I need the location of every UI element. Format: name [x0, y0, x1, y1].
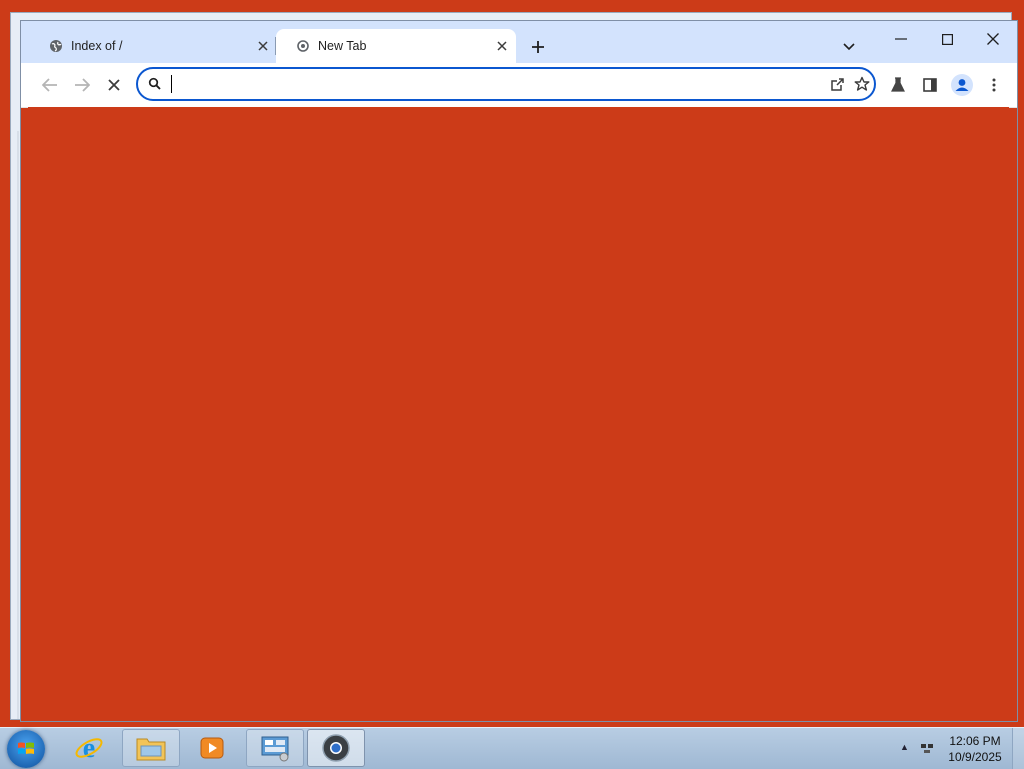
close-tab-icon[interactable]: [492, 36, 512, 56]
address-bar[interactable]: [136, 67, 876, 101]
flask-icon: [891, 77, 905, 92]
search-icon: [148, 77, 161, 90]
start-button[interactable]: [7, 730, 45, 768]
internet-explorer-icon: e: [75, 733, 103, 763]
taskbar-media-player[interactable]: [183, 729, 241, 767]
background-window-edge: [17, 131, 19, 719]
chrome-icon: [322, 734, 350, 762]
kebab-menu-icon: [992, 78, 996, 92]
clock-date: 10/9/2025: [948, 750, 1002, 764]
forward-button[interactable]: [68, 71, 96, 99]
new-tab-button[interactable]: [526, 35, 550, 59]
maximize-icon: [941, 33, 953, 45]
tab-strip: Index of / New Tab: [21, 21, 1017, 63]
tab-title: New Tab: [318, 39, 367, 53]
close-window-button[interactable]: [970, 25, 1016, 53]
share-icon[interactable]: [828, 74, 848, 94]
clock-time: 12:06 PM: [949, 734, 1001, 748]
show-desktop-button[interactable]: [1012, 728, 1024, 769]
browser-toolbar: [21, 63, 1017, 108]
media-player-icon: [200, 737, 224, 759]
stop-icon: [108, 79, 120, 91]
address-input[interactable]: [168, 73, 792, 97]
network-icon[interactable]: [920, 742, 934, 754]
avatar-icon: [951, 74, 973, 96]
bookmark-star-icon[interactable]: [852, 74, 872, 94]
labs-button[interactable]: [884, 71, 912, 99]
svg-text:e: e: [83, 733, 95, 763]
close-icon: [987, 33, 999, 45]
back-button[interactable]: [36, 71, 64, 99]
chevron-down-icon: [843, 43, 855, 51]
taskbar-control-panel[interactable]: [246, 729, 304, 767]
tab-search-button[interactable]: [837, 35, 861, 59]
tab-new-tab[interactable]: New Tab: [276, 29, 516, 63]
loading-spinner-icon: [296, 39, 310, 53]
control-panel-icon: [261, 736, 289, 762]
browser-window: Index of / New Tab: [20, 20, 1018, 722]
windows-flag-icon: [18, 742, 34, 754]
text-caret: [171, 75, 172, 93]
maximize-button[interactable]: [924, 25, 970, 53]
tab-title: Index of /: [71, 39, 123, 53]
globe-icon: [49, 39, 63, 53]
page-content: [28, 107, 1009, 719]
close-tab-icon[interactable]: [253, 36, 273, 56]
taskbar: e ▲ 12:06 PM 10/9/2025: [0, 727, 1024, 769]
arrow-left-icon: [42, 78, 57, 92]
profile-button[interactable]: [948, 71, 976, 99]
arrow-right-icon: [75, 78, 90, 92]
side-panel-icon: [923, 78, 937, 92]
show-hidden-icons-icon[interactable]: ▲: [900, 742, 909, 752]
stop-loading-button[interactable]: [100, 71, 128, 99]
clock[interactable]: 12:06 PM 10/9/2025: [940, 733, 1010, 765]
taskbar-chrome[interactable]: [307, 729, 365, 767]
side-panel-button[interactable]: [916, 71, 944, 99]
plus-icon: [532, 41, 544, 53]
folder-icon: [136, 738, 166, 761]
menu-button[interactable]: [980, 71, 1008, 99]
minimize-icon: [895, 38, 907, 40]
taskbar-windows-explorer[interactable]: [122, 729, 180, 767]
tab-index-of[interactable]: Index of /: [29, 29, 277, 63]
taskbar-internet-explorer[interactable]: e: [60, 729, 118, 767]
minimize-button[interactable]: [878, 25, 924, 53]
